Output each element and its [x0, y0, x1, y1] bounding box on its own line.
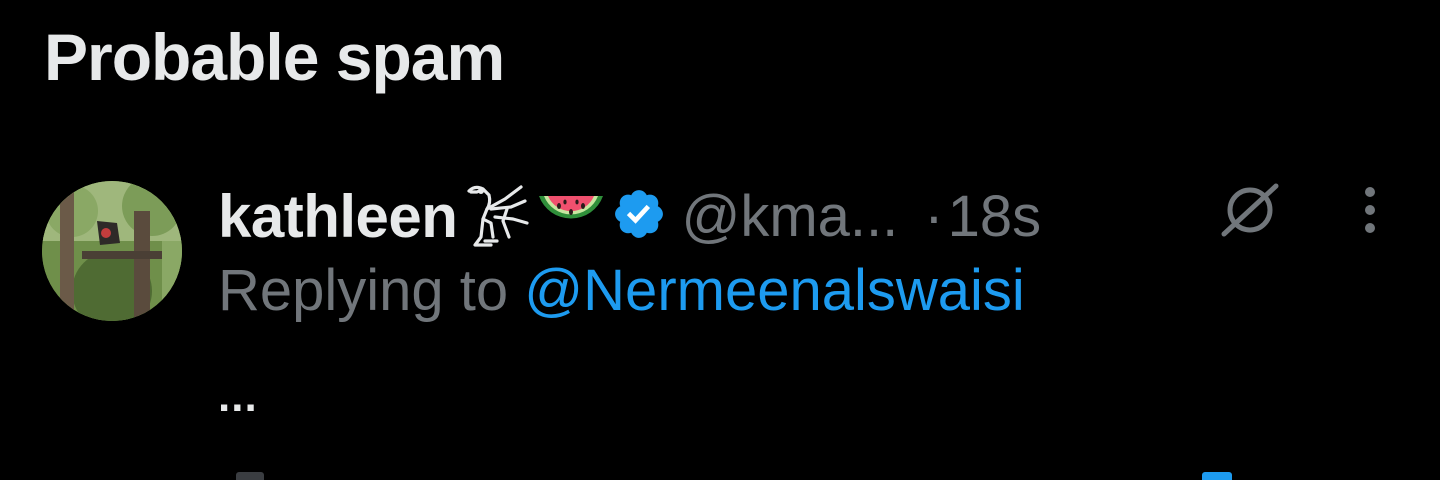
- verified-badge-icon[interactable]: [611, 186, 667, 247]
- tweet-header: kathleen @kma... · 18s: [218, 176, 1041, 256]
- display-name[interactable]: kathleen: [218, 182, 458, 251]
- more-options-button[interactable]: [1340, 178, 1400, 242]
- user-handle[interactable]: @kma...: [681, 183, 898, 250]
- section-title: Probable spam: [44, 20, 505, 94]
- reply-mention-link[interactable]: @Nermeenalswaisi: [524, 258, 1024, 323]
- separator-dot: ·: [924, 183, 944, 249]
- tweet-body[interactable]: ...: [218, 372, 258, 422]
- more-vertical-icon: [1365, 187, 1375, 233]
- replying-to-label: Replying to: [218, 258, 509, 323]
- avatar-photo: [42, 181, 182, 321]
- hidden-content-icon: [1218, 180, 1282, 245]
- avatar[interactable]: [42, 181, 182, 321]
- replying-to-row: Replying to @Nermeenalswaisi: [218, 256, 1025, 326]
- reply-action-icon[interactable]: [236, 472, 264, 480]
- watermelon-icon: [535, 182, 607, 251]
- share-action-icon[interactable]: [1202, 472, 1232, 480]
- falcon-hieroglyph-icon: [461, 179, 531, 254]
- timestamp[interactable]: 18s: [948, 183, 1042, 250]
- probable-spam-section: Probable spam kathleen @kma... · 18s Rep…: [0, 0, 1440, 480]
